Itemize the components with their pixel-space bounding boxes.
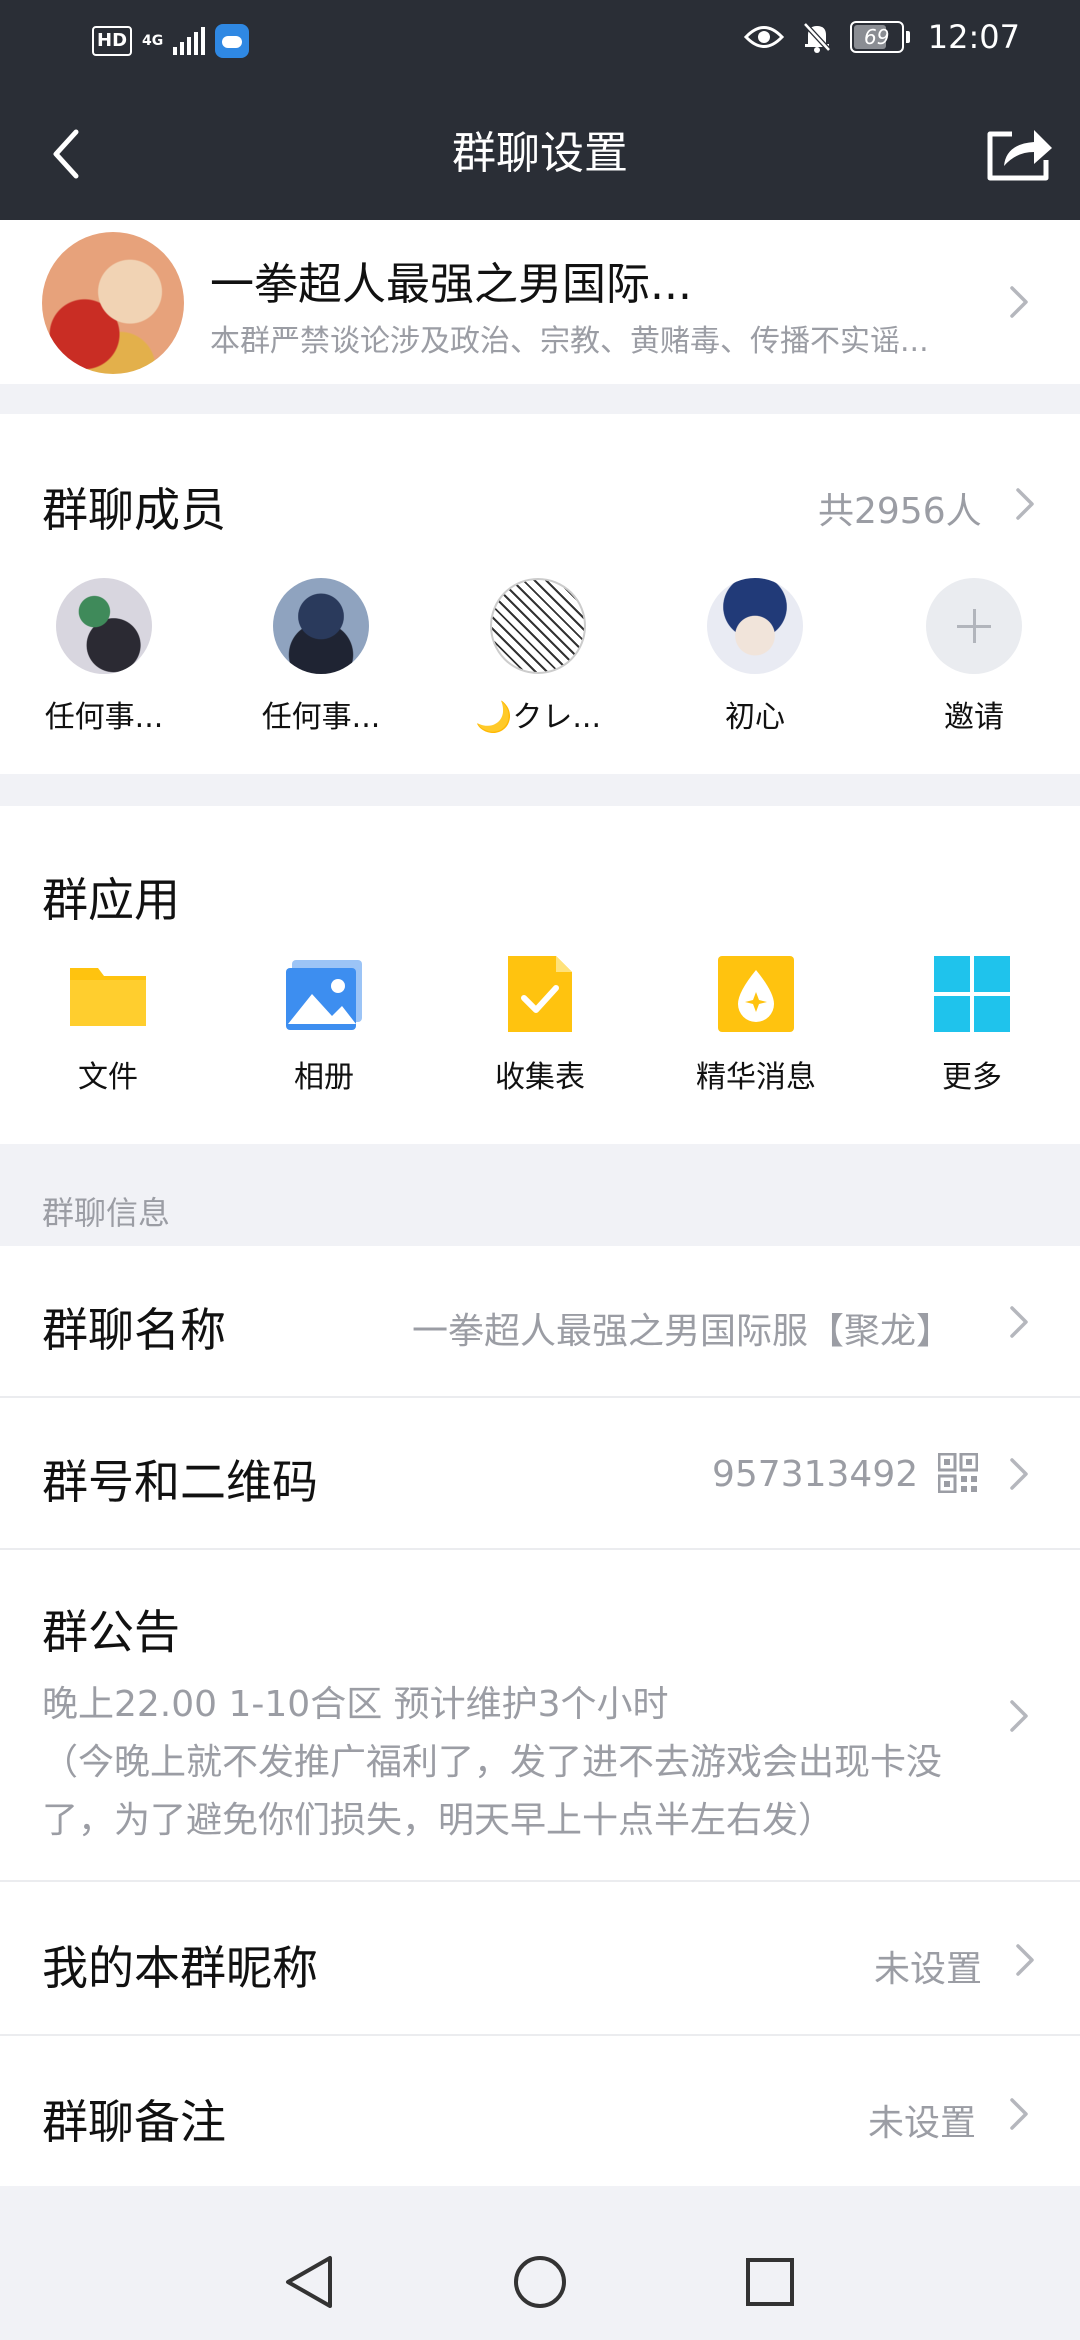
qr-code-icon: [937, 1452, 979, 1497]
plus-icon: [926, 578, 1022, 674]
announcement-line: 晚上22.00 1-10合区 预计维护3个小时: [42, 1684, 669, 1725]
app-album[interactable]: 相册: [234, 954, 414, 1096]
remark-value: 未设置: [868, 2103, 977, 2144]
app-label: 相册: [294, 1060, 354, 1095]
battery-icon: 69: [849, 21, 910, 53]
nav-bar: 群聊设置: [0, 88, 1080, 220]
system-nav-bar: [0, 2220, 1080, 2340]
share-icon[interactable]: [984, 124, 1056, 184]
group-id-value: 957313492: [712, 1454, 919, 1495]
status-bar: HD 4G 69 12:07: [0, 0, 1080, 88]
chevron-right-icon: [1008, 2096, 1030, 2132]
group-avatar[interactable]: [42, 232, 184, 374]
nav-back-triangle-icon[interactable]: [282, 2252, 336, 2312]
status-left: HD 4G: [92, 24, 250, 58]
chevron-right-icon: [1014, 1942, 1036, 1978]
member-avatar: [490, 578, 586, 674]
star-drop-icon: [716, 954, 796, 1034]
battery-level: 69: [864, 25, 890, 49]
folder-icon: [68, 954, 148, 1034]
invite-button[interactable]: 邀请: [884, 578, 1064, 736]
grid-icon: [932, 954, 1012, 1034]
invite-label: 邀请: [944, 700, 1004, 735]
members-title: 群聊成员: [42, 483, 226, 537]
group-notice-preview: 本群严禁谈论涉及政治、宗教、黄赌毒、传播不实谣...: [210, 324, 929, 359]
chevron-right-icon: [1008, 284, 1030, 320]
member-name: 初心: [725, 700, 785, 735]
clock: 12:07: [927, 18, 1020, 56]
member-item[interactable]: 🌙クレ...: [448, 578, 628, 736]
member-count[interactable]: 共2956人: [818, 482, 982, 534]
status-right: 69 12:07: [743, 18, 1020, 56]
chevron-right-icon: [1014, 486, 1036, 522]
member-item[interactable]: 任何事...: [14, 578, 194, 736]
chevron-right-icon: [1008, 1456, 1030, 1492]
member-avatar: [56, 578, 152, 674]
row-title: 群公告: [42, 1605, 180, 1659]
weather-app-icon: [215, 24, 250, 58]
announcement-line: 了，为了避免你们损失，明天早上十点半左右发）: [42, 1800, 835, 1841]
nav-recents-square-icon[interactable]: [744, 2256, 796, 2308]
row-title: 群号和二维码: [42, 1455, 318, 1509]
member-avatar: [707, 578, 803, 674]
bell-off-icon: [802, 22, 831, 53]
announcement-text: 晚上22.00 1-10合区 预计维护3个小时 （今晚上就不发推广福利了，发了进…: [42, 1676, 1002, 1850]
member-name: 任何事...: [261, 700, 381, 735]
chevron-right-icon: [1008, 1698, 1030, 1734]
member-name: 任何事...: [44, 700, 164, 735]
apps-title: 群应用: [42, 873, 180, 927]
nav-home-circle-icon[interactable]: [512, 2254, 568, 2310]
member-avatar: [273, 578, 369, 674]
photo-album-icon: [284, 954, 364, 1034]
nickname-value: 未设置: [874, 1949, 983, 1990]
member-item[interactable]: 任何事...: [231, 578, 411, 736]
app-more[interactable]: 更多: [882, 954, 1062, 1096]
hd-badge: HD: [92, 26, 133, 56]
form-check-icon: [500, 954, 580, 1034]
info-section-label: 群聊信息: [42, 1194, 171, 1232]
app-label: 精华消息: [696, 1060, 816, 1095]
eye-icon: [743, 26, 784, 48]
network-indicator: 4G: [142, 33, 164, 49]
app-label: 收集表: [495, 1060, 585, 1095]
row-title: 我的本群昵称: [42, 1941, 318, 1995]
app-collect-form[interactable]: 收集表: [450, 954, 630, 1096]
app-files[interactable]: 文件: [18, 954, 198, 1096]
signal-icon: [173, 27, 206, 55]
member-name: 🌙クレ...: [475, 700, 601, 735]
page-title: 群聊设置: [452, 128, 628, 179]
app-label: 更多: [942, 1060, 1002, 1095]
announcement-line: （今晚上就不发推广福利了，发了进不去游戏会出现卡没: [42, 1742, 943, 1783]
row-title: 群聊备注: [42, 2095, 226, 2149]
member-item[interactable]: 初心: [665, 578, 845, 736]
chevron-right-icon: [1008, 1304, 1030, 1340]
app-label: 文件: [78, 1060, 138, 1095]
row-title: 群聊名称: [42, 1303, 226, 1357]
app-essence-messages[interactable]: 精华消息: [666, 954, 846, 1096]
group-name-value: 一拳超人最强之男国际服【聚龙】: [412, 1311, 953, 1352]
group-name: 一拳超人最强之男国际...: [210, 259, 692, 310]
